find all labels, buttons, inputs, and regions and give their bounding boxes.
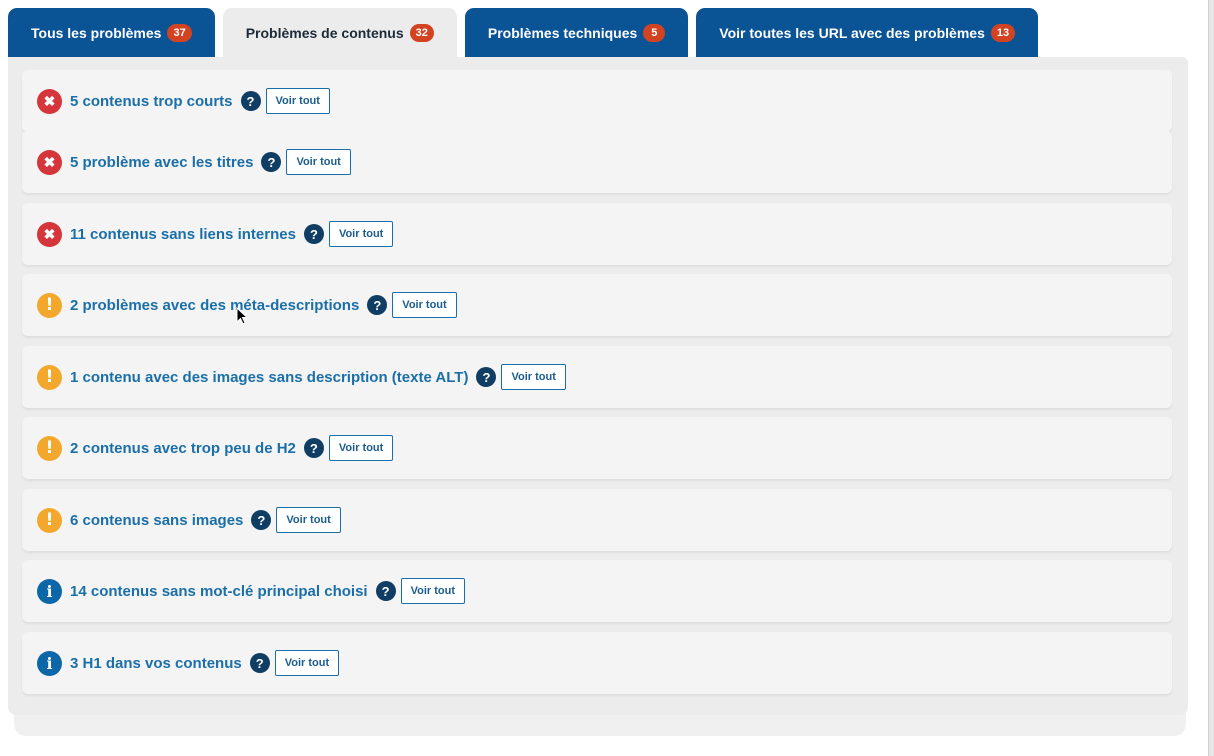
mouse-cursor-icon — [236, 307, 248, 325]
view-all-button[interactable]: Voir tout — [328, 435, 394, 461]
issue-row: ! 2 contenus avec trop peu de H2 ? Voir … — [22, 417, 1172, 479]
help-icon[interactable]: ? — [367, 295, 388, 315]
help-icon[interactable]: ? — [261, 152, 282, 172]
view-all-button[interactable]: Voir tout — [392, 292, 457, 318]
tab-count-badge: 32 — [409, 24, 434, 42]
tab-count-badge: 5 — [643, 24, 666, 42]
issue-row: i 14 contenus sans mot-clé principal cho… — [22, 560, 1172, 622]
help-icon[interactable]: ? — [476, 367, 497, 387]
tab-all-issues[interactable]: Tous les problèmes 37 — [8, 8, 215, 58]
tab-label: Problèmes de contenus — [245, 25, 404, 41]
tab-label: Problèmes techniques — [487, 25, 638, 41]
issues-panel: ✖ 5 contenus trop courts ? Voir tout ✖ 5… — [8, 57, 1188, 715]
issue-label: 3 H1 dans vos contenus — [70, 654, 242, 672]
issue-label: 5 contenus trop courts — [70, 92, 233, 110]
issue-row: i 3 H1 dans vos contenus ? Voir tout — [22, 632, 1172, 694]
issue-label: 1 contenu avec des images sans descripti… — [70, 368, 469, 386]
issue-row: ! 2 problèmes avec des méta-descriptions… — [22, 274, 1172, 336]
view-all-button[interactable]: Voir tout — [501, 364, 566, 390]
info-icon: i — [37, 650, 62, 676]
tab-label: Tous les problèmes — [31, 25, 162, 41]
issue-row: ! 1 contenu avec des images sans descrip… — [22, 346, 1172, 408]
tab-content-issues[interactable]: Problèmes de contenus 32 — [222, 8, 457, 58]
tab-all-urls-with-issues[interactable]: Voir toutes les URL avec des problèmes 1… — [696, 8, 1039, 58]
seo-issues-page: Tous les problèmes 37 Problèmes de conte… — [0, 0, 1214, 756]
warning-icon: ! — [37, 435, 62, 461]
help-icon[interactable]: ? — [375, 581, 396, 601]
panel-shadow — [14, 712, 1186, 736]
issue-row: ✖ 11 contenus sans liens internes ? Voir… — [22, 203, 1172, 265]
issue-row: ✖ 5 problème avec les titres ? Voir tout — [22, 131, 1172, 193]
tab-label: Voir toutes les URL avec des problèmes — [719, 25, 985, 41]
scrollbar-edge — [1208, 0, 1214, 756]
info-icon: i — [37, 578, 62, 604]
error-icon: ✖ — [37, 149, 62, 175]
issue-row: ! 6 contenus sans images ? Voir tout — [22, 489, 1172, 551]
issue-label: 11 contenus sans liens internes — [70, 225, 296, 243]
view-all-button[interactable]: Voir tout — [286, 149, 351, 175]
view-all-button[interactable]: Voir tout — [265, 88, 330, 114]
issue-label: 2 contenus avec trop peu de H2 — [70, 439, 296, 457]
issue-row: ✖ 5 contenus trop courts ? Voir tout — [22, 70, 1172, 132]
warning-icon: ! — [37, 507, 62, 533]
view-all-button[interactable]: Voir tout — [276, 507, 341, 533]
issue-tabs: Tous les problèmes 37 Problèmes de conte… — [8, 8, 1046, 58]
warning-icon: ! — [37, 292, 62, 318]
tab-count-badge: 37 — [167, 24, 192, 42]
view-all-button[interactable]: Voir tout — [328, 221, 394, 247]
tab-technical-issues[interactable]: Problèmes techniques 5 — [464, 8, 689, 58]
issue-label: 2 problèmes avec des méta-descriptions — [70, 296, 360, 314]
issue-label: 14 contenus sans mot-clé principal chois… — [70, 582, 368, 600]
help-icon[interactable]: ? — [251, 510, 272, 530]
help-icon[interactable]: ? — [303, 438, 324, 458]
error-icon: ✖ — [37, 221, 62, 247]
help-icon[interactable]: ? — [303, 224, 324, 244]
issue-label: 5 problème avec les titres — [70, 153, 254, 171]
warning-icon: ! — [37, 364, 62, 390]
help-icon[interactable]: ? — [240, 91, 261, 111]
error-icon: ✖ — [37, 88, 62, 114]
tab-count-badge: 13 — [990, 24, 1016, 42]
view-all-button[interactable]: Voir tout — [274, 650, 340, 676]
view-all-button[interactable]: Voir tout — [400, 578, 465, 604]
help-icon[interactable]: ? — [249, 653, 270, 673]
issue-label: 6 contenus sans images — [70, 511, 244, 529]
